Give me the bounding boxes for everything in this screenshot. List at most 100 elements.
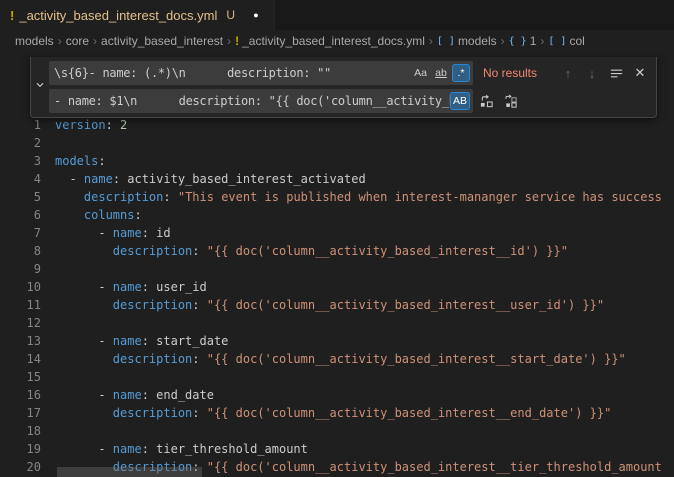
code-line: 12	[0, 314, 674, 332]
line-number[interactable]: 16	[0, 386, 41, 404]
line-number[interactable]: 18	[0, 422, 41, 440]
horizontal-scrollbar-thumb[interactable]	[57, 467, 202, 477]
chevron-down-icon	[33, 78, 47, 97]
code-line: 3 models:	[0, 152, 674, 170]
replace-options: AB	[450, 92, 470, 110]
breadcrumb-separator: ›	[429, 34, 433, 48]
breadcrumb-label: activity_based_interest	[101, 34, 223, 48]
line-number[interactable]: 6	[0, 206, 41, 224]
line-content[interactable]: description: "{{ doc('column__activity_b…	[55, 242, 568, 260]
replace-button[interactable]	[475, 90, 497, 112]
line-content[interactable]: description: "{{ doc('column__activity_b…	[55, 404, 611, 422]
replace-all-button[interactable]	[499, 90, 521, 112]
find-input[interactable]: \s{6}- name: (.*)\n description: "" Aa a…	[49, 61, 473, 85]
line-number[interactable]: 1	[0, 116, 41, 134]
breadcrumb-separator: ›	[501, 34, 505, 48]
line-content[interactable]: - name: end_date	[55, 386, 214, 404]
line-number[interactable]: 9	[0, 260, 41, 278]
breadcrumb: models›core›activity_based_interest›!_ac…	[0, 30, 674, 52]
breadcrumb-item[interactable]: !_activity_based_interest_docs.yml	[235, 34, 425, 48]
breadcrumb-label: col	[569, 34, 584, 48]
breadcrumb-separator: ›	[227, 34, 231, 48]
replace-value-text: - name: $1\n description: "{{ doc('colum…	[54, 94, 450, 108]
code-line: 5 description: "This event is published …	[0, 188, 674, 206]
results-count: No results	[483, 66, 551, 80]
breadcrumb-label: _activity_based_interest_docs.yml	[242, 34, 425, 48]
close-button[interactable]: ✕	[629, 62, 651, 84]
whole-word-button[interactable]: ab	[432, 64, 450, 82]
line-number[interactable]: 13	[0, 332, 41, 350]
line-number[interactable]: 8	[0, 242, 41, 260]
warning-icon: !	[10, 8, 14, 23]
line-content[interactable]: - name: tier_threshold_amount	[55, 440, 308, 458]
toggle-replace-button[interactable]	[31, 61, 49, 113]
object-icon: { }	[509, 36, 527, 47]
editor-area: \s{6}- name: (.*)\n description: "" Aa a…	[0, 52, 674, 477]
array-icon: [ ]	[437, 36, 455, 47]
line-number[interactable]: 2	[0, 134, 41, 152]
code-line: 9	[0, 260, 674, 278]
breadcrumb-label: models	[15, 34, 54, 48]
find-in-selection-button[interactable]	[605, 62, 627, 84]
line-number[interactable]: 11	[0, 296, 41, 314]
arrow-up-icon: ↑	[565, 66, 572, 81]
breadcrumb-label: 1	[530, 34, 537, 48]
line-content[interactable]: description: "This event is published wh…	[55, 188, 662, 206]
code-line: 13 - name: start_date	[0, 332, 674, 350]
line-number[interactable]: 17	[0, 404, 41, 422]
line-number[interactable]: 12	[0, 314, 41, 332]
match-case-button[interactable]: Aa	[411, 64, 430, 82]
code-line: 17 description: "{{ doc('column__activit…	[0, 404, 674, 422]
line-content[interactable]: models:	[55, 152, 106, 170]
code-line: 15	[0, 368, 674, 386]
code-line: 11 description: "{{ doc('column__activit…	[0, 296, 674, 314]
horizontal-scrollbar[interactable]	[0, 467, 674, 477]
line-number[interactable]: 7	[0, 224, 41, 242]
code-line: 14 description: "{{ doc('column__activit…	[0, 350, 674, 368]
breadcrumb-item[interactable]: [ ]col	[548, 34, 584, 48]
modified-dot-icon[interactable]: ●	[248, 10, 264, 20]
editor-tab[interactable]: ! _activity_based_interest_docs.yml U ●	[0, 0, 275, 30]
breadcrumb-separator: ›	[93, 34, 97, 48]
breadcrumb-item[interactable]: activity_based_interest	[101, 34, 223, 48]
breadcrumb-item[interactable]: { }1	[509, 34, 537, 48]
line-number[interactable]: 10	[0, 278, 41, 296]
line-content[interactable]: - name: user_id	[55, 278, 207, 296]
breadcrumb-item[interactable]: core	[66, 34, 89, 48]
code-line: 16 - name: end_date	[0, 386, 674, 404]
line-number[interactable]: 19	[0, 440, 41, 458]
line-content[interactable]: description: "{{ doc('column__activity_b…	[55, 350, 626, 368]
line-number[interactable]: 14	[0, 350, 41, 368]
code-line: 6 columns:	[0, 206, 674, 224]
line-number[interactable]: 15	[0, 368, 41, 386]
preserve-case-button[interactable]: AB	[450, 92, 470, 110]
line-content[interactable]: - name: start_date	[55, 332, 228, 350]
previous-match-button[interactable]: ↑	[557, 62, 579, 84]
line-content[interactable]: - name: activity_based_interest_activate…	[55, 170, 366, 188]
find-widget: \s{6}- name: (.*)\n description: "" Aa a…	[30, 57, 657, 118]
breadcrumb-label: core	[66, 34, 89, 48]
selection-filter-icon	[609, 66, 624, 81]
vscode-window: ! _activity_based_interest_docs.yml U ● …	[0, 0, 674, 477]
find-query-text: \s{6}- name: (.*)\n description: ""	[54, 66, 411, 80]
line-number[interactable]: 5	[0, 188, 41, 206]
line-content[interactable]: version: 2	[55, 116, 127, 134]
code-line: 4 - name: activity_based_interest_activa…	[0, 170, 674, 188]
line-number[interactable]: 3	[0, 152, 41, 170]
tab-bar: ! _activity_based_interest_docs.yml U ●	[0, 0, 674, 30]
line-content[interactable]: columns:	[55, 206, 142, 224]
replace-input[interactable]: - name: $1\n description: "{{ doc('colum…	[49, 89, 473, 113]
regex-button[interactable]: .*	[452, 64, 470, 82]
next-match-button[interactable]: ↓	[581, 62, 603, 84]
array-icon: [ ]	[548, 36, 566, 47]
breadcrumb-separator: ›	[540, 34, 544, 48]
line-number[interactable]: 4	[0, 170, 41, 188]
warning-icon: !	[235, 34, 239, 48]
line-content[interactable]: description: "{{ doc('column__activity_b…	[55, 296, 604, 314]
code-line: 1 version: 2	[0, 116, 674, 134]
line-content[interactable]: - name: id	[55, 224, 171, 242]
breadcrumb-item[interactable]: models	[15, 34, 54, 48]
find-options: Aa ab .*	[411, 64, 470, 82]
arrow-down-icon: ↓	[589, 66, 596, 81]
breadcrumb-item[interactable]: [ ]models	[437, 34, 497, 48]
